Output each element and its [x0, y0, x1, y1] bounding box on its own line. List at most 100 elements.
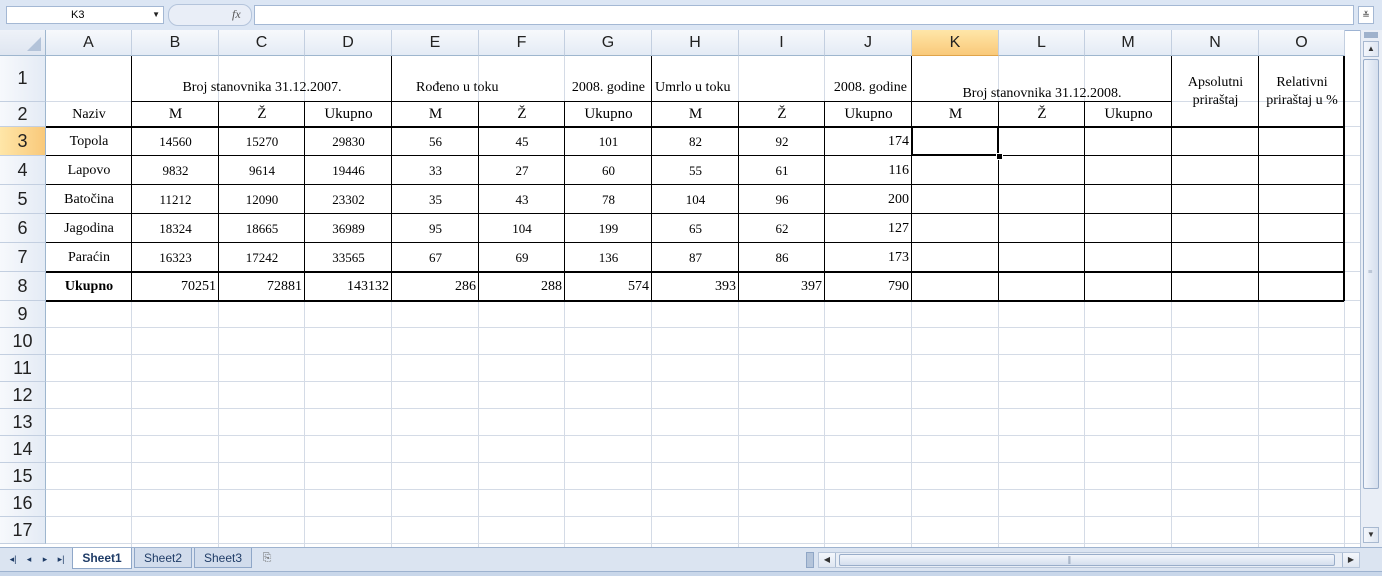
tab-split-handle[interactable]	[806, 552, 814, 568]
data-cell[interactable]: 60	[565, 156, 652, 185]
data-cell[interactable]: 16323	[132, 243, 219, 272]
data-cell[interactable]: 45	[479, 127, 565, 156]
data-cell[interactable]: 65	[652, 214, 739, 243]
data-cell[interactable]: 96	[739, 185, 825, 214]
subheader-9[interactable]: Ukupno	[825, 102, 912, 127]
data-cell[interactable]: 92	[739, 127, 825, 156]
column-header-c[interactable]: C	[219, 30, 305, 56]
name-box[interactable]: K3 ▼	[6, 6, 164, 24]
column-header-j[interactable]: J	[825, 30, 912, 56]
data-cell[interactable]: 9614	[219, 156, 305, 185]
data-cell[interactable]: 55	[652, 156, 739, 185]
subheader-3[interactable]: Ukupno	[305, 102, 392, 127]
data-cell[interactable]: 136	[565, 243, 652, 272]
data-cell[interactable]: 43	[479, 185, 565, 214]
row-header-9[interactable]: 9	[0, 301, 46, 328]
row-header-1[interactable]: 1	[0, 56, 46, 102]
data-cell[interactable]: 104	[652, 185, 739, 214]
data-cell[interactable]: 62	[739, 214, 825, 243]
subheader-10[interactable]: M	[912, 102, 999, 127]
column-header-h[interactable]: H	[652, 30, 739, 56]
data-cell[interactable]: 33565	[305, 243, 392, 272]
column-header-i[interactable]: I	[739, 30, 825, 56]
header-absolute-growth[interactable]: Apsolutni priraštaj	[1172, 56, 1259, 127]
scroll-up-icon[interactable]: ▲	[1363, 41, 1379, 57]
row-header-10[interactable]: 10	[0, 328, 46, 355]
data-cell[interactable]: 36989	[305, 214, 392, 243]
header-pop-2008[interactable]: Broj stanovnika 31.12.2008.	[912, 56, 1172, 102]
total-cell[interactable]: 574	[565, 272, 652, 301]
tab-sheet2[interactable]: Sheet2	[134, 548, 192, 568]
row-header-2[interactable]: 2	[0, 102, 46, 127]
data-cell[interactable]: 87	[652, 243, 739, 272]
column-header-o[interactable]: O	[1259, 30, 1345, 56]
total-cell[interactable]: 70251	[132, 272, 219, 301]
data-cell[interactable]: 173	[825, 243, 912, 272]
data-cell[interactable]: 29830	[305, 127, 392, 156]
data-cell[interactable]: 86	[739, 243, 825, 272]
row-header-13[interactable]: 13	[0, 409, 46, 436]
data-cell[interactable]: 101	[565, 127, 652, 156]
total-label[interactable]: Ukupno	[46, 272, 132, 301]
row-header-3[interactable]: 3	[0, 127, 46, 156]
subheader-5[interactable]: Ž	[479, 102, 565, 127]
horizontal-scrollbar[interactable]: ◀ ||| ▶	[818, 552, 1360, 568]
total-cell[interactable]: 143132	[305, 272, 392, 301]
data-cell[interactable]: 18665	[219, 214, 305, 243]
column-header-a[interactable]: A	[46, 30, 132, 56]
last-sheet-icon[interactable]: ▸|	[54, 553, 68, 566]
row-header-5[interactable]: 5	[0, 185, 46, 214]
worksheet-grid[interactable]: Broj stanovnika 31.12.2007. Rođeno u toku…	[46, 56, 1360, 547]
subheader-12[interactable]: Ukupno	[1085, 102, 1172, 127]
next-sheet-icon[interactable]: ▸	[38, 553, 52, 566]
active-cell[interactable]	[911, 126, 999, 156]
data-cell[interactable]: 95	[392, 214, 479, 243]
data-cell[interactable]: 11212	[132, 185, 219, 214]
column-header-g[interactable]: G	[565, 30, 652, 56]
subheader-1[interactable]: M	[132, 102, 219, 127]
insert-worksheet-icon[interactable]: ⎘	[256, 550, 278, 566]
column-header-n[interactable]: N	[1172, 30, 1259, 56]
data-cell[interactable]: 82	[652, 127, 739, 156]
row-header-12[interactable]: 12	[0, 382, 46, 409]
row-header-17[interactable]: 17	[0, 517, 46, 544]
subheader-11[interactable]: Ž	[999, 102, 1085, 127]
first-sheet-icon[interactable]: ◂|	[6, 553, 20, 566]
row-header-16[interactable]: 16	[0, 490, 46, 517]
column-header-l[interactable]: L	[999, 30, 1085, 56]
data-cell[interactable]: 18324	[132, 214, 219, 243]
formula-input[interactable]	[254, 5, 1354, 25]
data-cell[interactable]: 61	[739, 156, 825, 185]
subheader-4[interactable]: M	[392, 102, 479, 127]
data-cell[interactable]: 78	[565, 185, 652, 214]
column-header-m[interactable]: M	[1085, 30, 1172, 56]
column-header-d[interactable]: D	[305, 30, 392, 56]
header-died-year[interactable]: 2008. godine	[795, 56, 910, 102]
data-cell[interactable]: 56	[392, 127, 479, 156]
row-name-1[interactable]: Topola	[46, 127, 132, 156]
total-cell[interactable]: 397	[739, 272, 825, 301]
total-cell[interactable]: 72881	[219, 272, 305, 301]
row-header-4[interactable]: 4	[0, 156, 46, 185]
scroll-down-icon[interactable]: ▼	[1363, 527, 1379, 543]
data-cell[interactable]: 14560	[132, 127, 219, 156]
data-cell[interactable]: 9832	[132, 156, 219, 185]
total-cell[interactable]: 790	[825, 272, 912, 301]
row-header-15[interactable]: 15	[0, 463, 46, 490]
row-name-5[interactable]: Paraćin	[46, 243, 132, 272]
prev-sheet-icon[interactable]: ◂	[22, 553, 36, 566]
horizontal-scroll-thumb[interactable]: |||	[839, 554, 1335, 566]
scroll-left-icon[interactable]: ◀	[819, 553, 836, 567]
header-name[interactable]: Naziv	[46, 102, 132, 127]
data-cell[interactable]: 116	[825, 156, 912, 185]
data-cell[interactable]: 174	[825, 127, 912, 156]
data-cell[interactable]: 17242	[219, 243, 305, 272]
data-cell[interactable]: 23302	[305, 185, 392, 214]
total-cell[interactable]: 286	[392, 272, 479, 301]
vertical-scroll-thumb[interactable]: ≡	[1363, 59, 1379, 489]
subheader-6[interactable]: Ukupno	[565, 102, 652, 127]
fill-handle[interactable]	[996, 153, 1003, 160]
column-header-b[interactable]: B	[132, 30, 219, 56]
data-cell[interactable]: 127	[825, 214, 912, 243]
tab-sheet3[interactable]: Sheet3	[194, 548, 252, 568]
